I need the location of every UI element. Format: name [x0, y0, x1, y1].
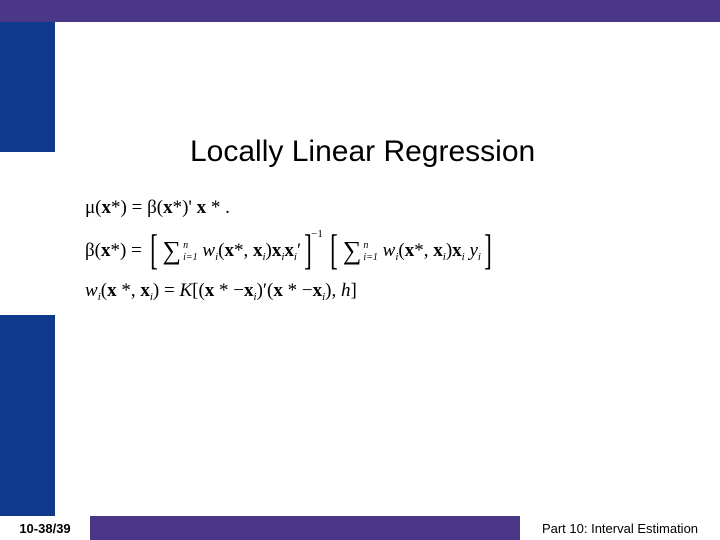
footer-purple-bar [90, 516, 520, 540]
sidebar-blue-bottom [0, 315, 55, 540]
part-label: Part 10: Interval Estimation [520, 516, 720, 540]
eq1-rhs: β(x*)' x * . [147, 198, 230, 219]
sum-lower-a: i=1 [183, 253, 198, 263]
equation-mu: μ(x*) = β(x*)' x * . [85, 198, 495, 219]
slide: Locally Linear Regression μ(x*) = β(x*)'… [0, 0, 720, 540]
header-purple-bar [0, 0, 720, 22]
sum-upper-a: n [183, 241, 198, 251]
exponent-inverse: −1 [311, 228, 323, 240]
sum-upper-b: n [363, 241, 378, 251]
equation-beta: β(x*) = [ ∑ n i=1 wi(x*, xi)xixi′ ] −1 [… [85, 233, 495, 271]
eq2-term-b: wi(x*, xi)xi yi [378, 241, 481, 262]
eq2-bracket-b: [ ∑ n i=1 wi(x*, xi)xi yi ] [327, 233, 495, 271]
sum-lower-b: i=1 [363, 253, 378, 263]
page-number: 10-38/39 [0, 516, 90, 540]
math-block: μ(x*) = β(x*)' x * . β(x*) = [ ∑ n i=1 w… [85, 198, 495, 316]
eq3-lhs: wi(x *, xi) = [85, 281, 179, 302]
equation-w: wi(x *, xi) = K[(x * −xi)′(x * −xi), h] [85, 281, 495, 302]
eq2-term-a: wi(x*, xi)xixi′ [198, 241, 302, 262]
eq2-bracket-a: [ ∑ n i=1 wi(x*, xi)xixi′ ] −1 [147, 233, 327, 271]
eq3-rhs: K[(x * −xi)′(x * −xi), h] [179, 281, 356, 302]
slide-title: Locally Linear Regression [190, 135, 535, 169]
sidebar-blue-top [0, 22, 55, 152]
eq2-lhs: β(x*) = [85, 241, 147, 262]
footer: 10-38/39 Part 10: Interval Estimation [0, 516, 720, 540]
eq1-lhs: μ(x*) = [85, 198, 147, 219]
